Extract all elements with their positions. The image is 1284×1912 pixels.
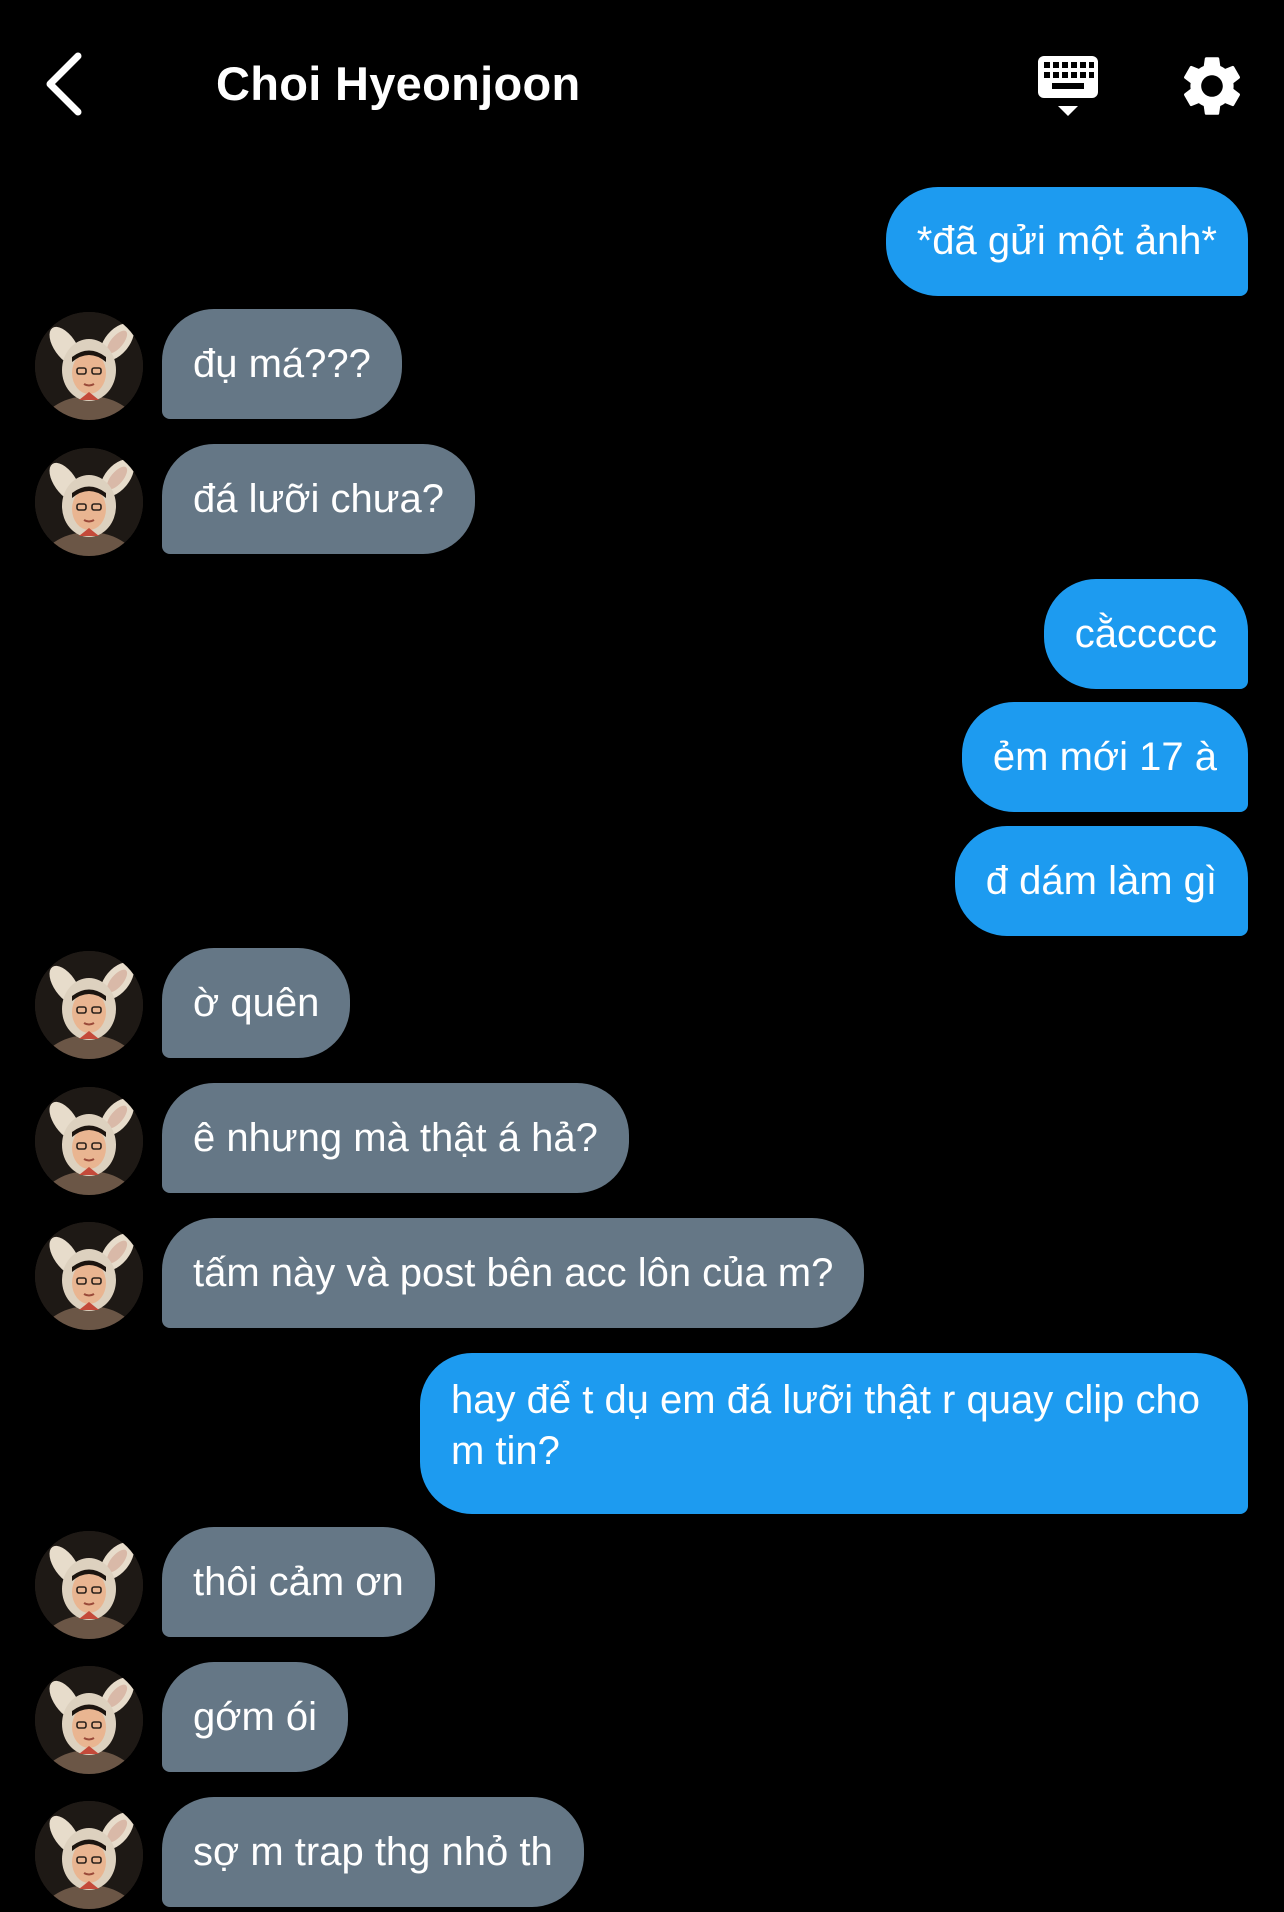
message-text: *đã gửi một ảnh*	[916, 219, 1217, 263]
outgoing-message[interactable]: đ dám làm gì	[954, 826, 1248, 936]
profile-photo	[35, 448, 143, 556]
incoming-message[interactable]: sợ m trap thg nhỏ th	[162, 1797, 584, 1907]
message-text: ờ quên	[193, 980, 320, 1025]
profile-photo	[35, 951, 143, 1059]
profile-photo	[35, 1087, 143, 1195]
avatar[interactable]	[35, 448, 143, 556]
avatar[interactable]	[35, 1531, 143, 1639]
outgoing-message[interactable]: cằccccc	[1043, 579, 1248, 689]
outgoing-message[interactable]: *đã gửi một ảnh*	[885, 187, 1248, 296]
message-text: gớm ói	[193, 1694, 318, 1739]
avatar[interactable]	[35, 1087, 143, 1195]
message-text: cằccccc	[1074, 611, 1217, 656]
incoming-message[interactable]: đụ má???	[162, 309, 402, 419]
message-text: hay để t dụ em đá lưỡi thật r quay clip …	[451, 1378, 1200, 1473]
message-text: đá lưỡi chưa?	[193, 476, 445, 521]
profile-photo	[35, 1801, 143, 1909]
avatar[interactable]	[35, 1801, 143, 1909]
incoming-message[interactable]: ê nhưng mà thật á hả?	[162, 1083, 629, 1193]
outgoing-message[interactable]: hay để t dụ em đá lưỡi thật r quay clip …	[420, 1353, 1248, 1514]
message-text: tấm này và post bên acc lôn của m?	[193, 1250, 834, 1295]
avatar[interactable]	[35, 312, 143, 420]
message-text: đ dám làm gì	[985, 858, 1217, 903]
message-text: thôi cảm ơn	[193, 1559, 404, 1604]
incoming-message[interactable]: đá lưỡi chưa?	[162, 444, 476, 554]
profile-photo	[35, 1531, 143, 1639]
incoming-message[interactable]: ờ quên	[162, 948, 351, 1058]
message-text: ê nhưng mà thật á hả?	[193, 1115, 598, 1160]
incoming-message[interactable]: gớm ói	[162, 1662, 349, 1772]
profile-photo	[35, 312, 143, 420]
avatar[interactable]	[35, 1222, 143, 1330]
message-text: đụ má???	[193, 341, 371, 386]
avatar[interactable]	[35, 1666, 143, 1774]
outgoing-message[interactable]: ẻm mới 17 à	[961, 702, 1248, 812]
incoming-message[interactable]: tấm này và post bên acc lôn của m?	[162, 1218, 865, 1328]
message-text: sợ m trap thg nhỏ th	[193, 1829, 553, 1874]
profile-photo	[35, 1666, 143, 1774]
incoming-message[interactable]: thôi cảm ơn	[162, 1527, 435, 1637]
avatar[interactable]	[35, 951, 143, 1059]
profile-photo	[35, 1222, 143, 1330]
message-thread[interactable]: *đã gửi một ảnh* đụ má??? đá lưỡi chưa? …	[0, 0, 1284, 1912]
message-text: ẻm mới 17 à	[992, 734, 1217, 779]
